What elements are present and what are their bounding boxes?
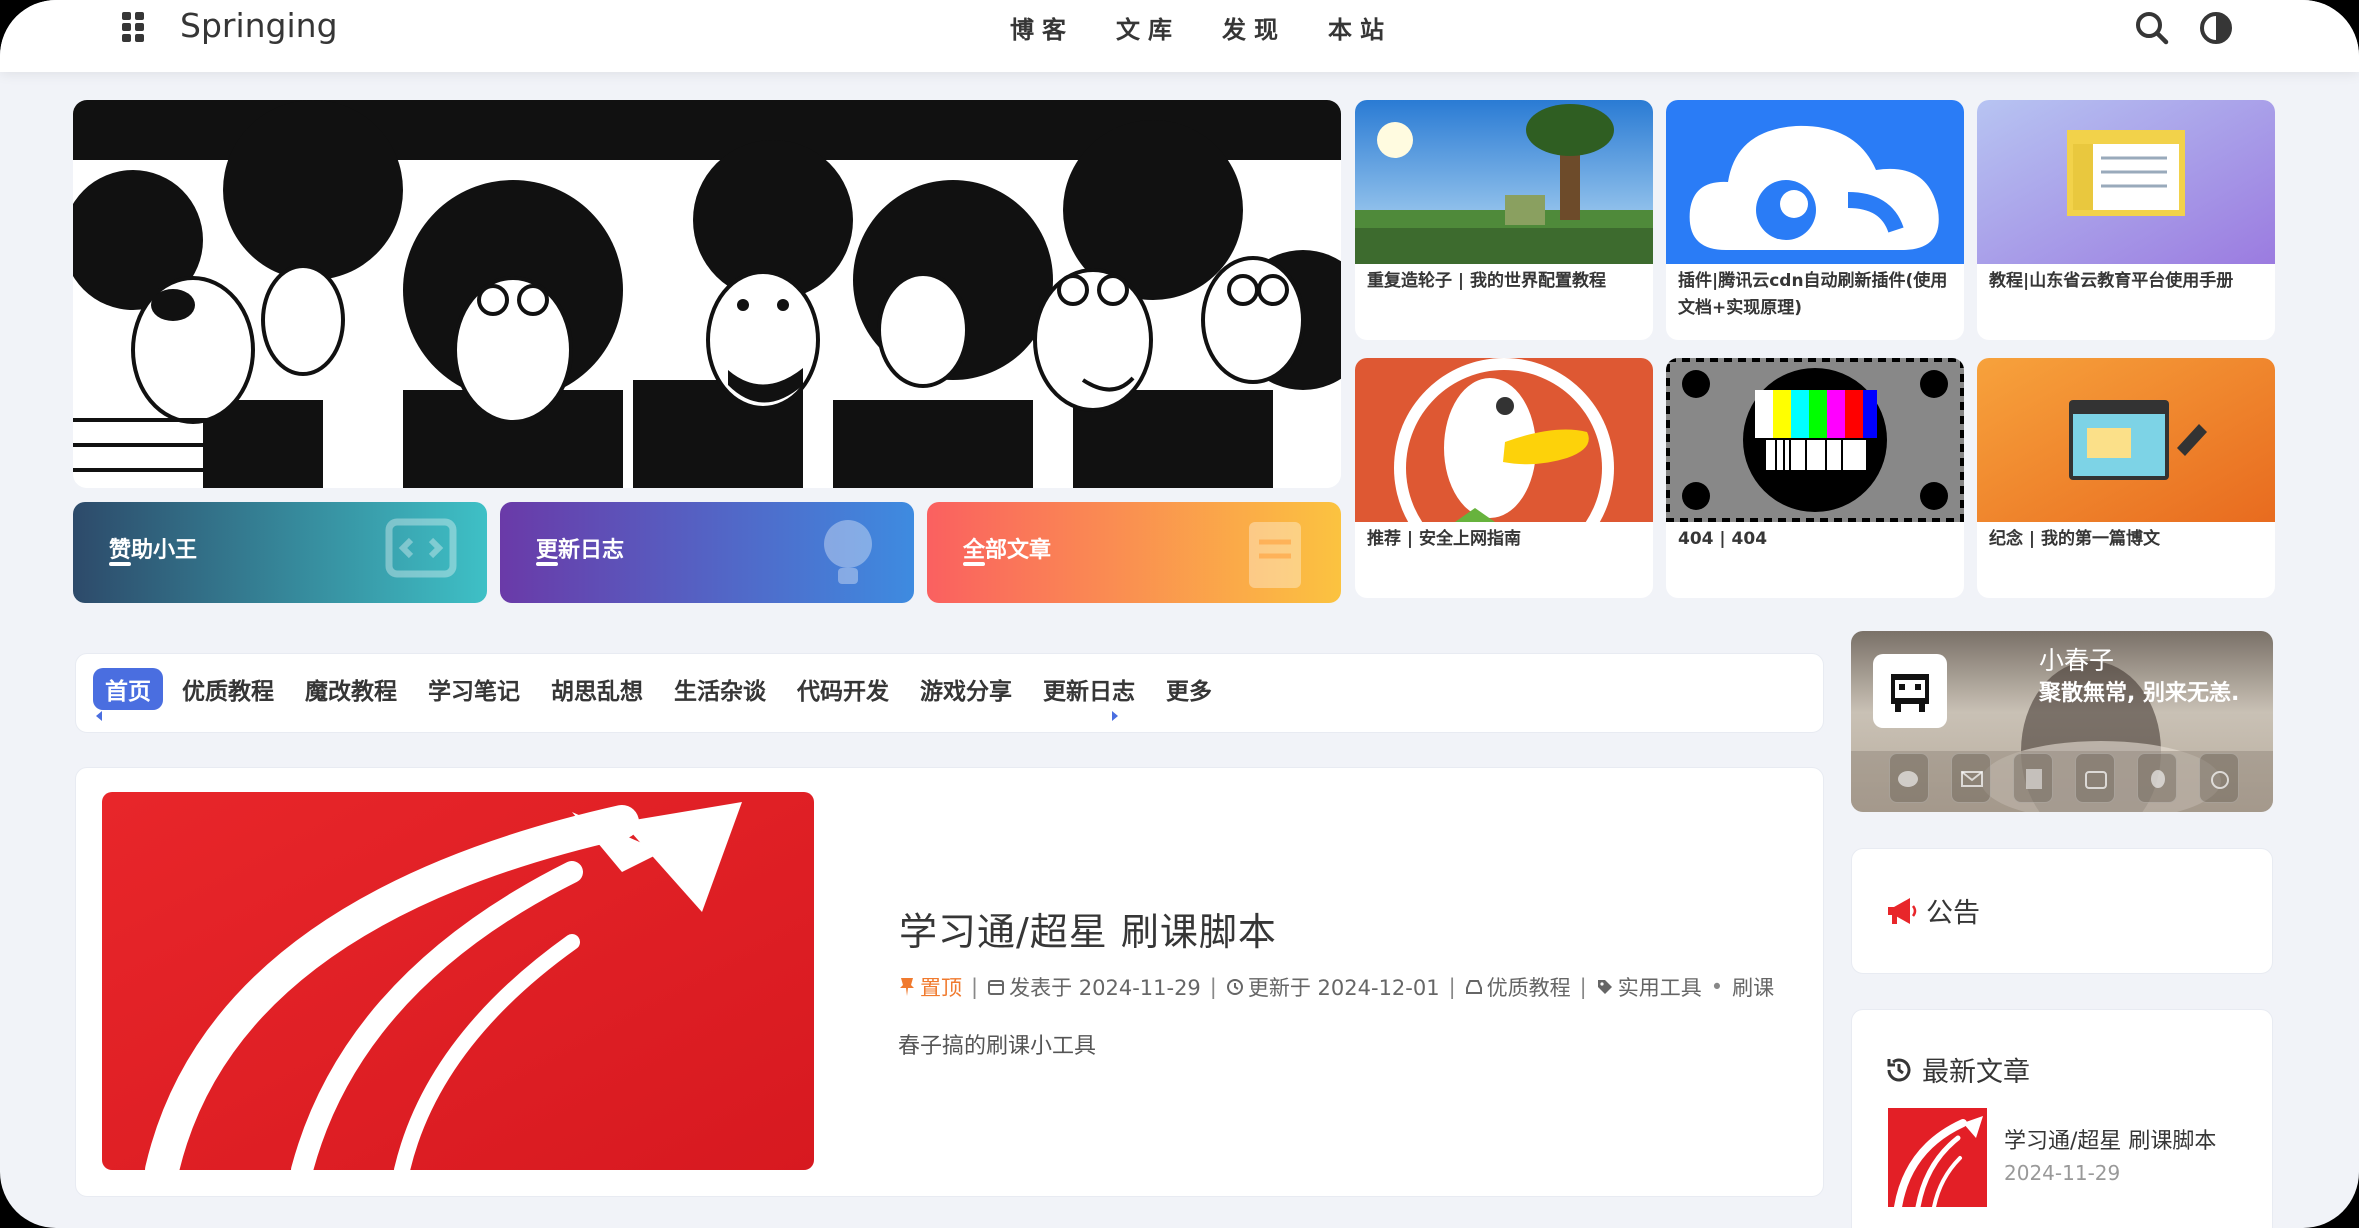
weibo-icon[interactable] [2199,753,2239,803]
scroll-right-icon[interactable] [1112,711,1118,721]
profile-motto: 聚散無常, 别来无恙. [2039,681,2240,706]
post-card: 学习通/超星 刷课脚本 置顶 | 发表于 2024-11-29 | 更新于 20… [75,767,1824,1197]
theme-toggle-icon[interactable] [2196,8,2236,48]
book-icon [1249,522,1301,588]
post-tag-tools[interactable]: 实用工具 [1618,972,1702,1002]
feature-card[interactable]: 纪念 | 我的第一篇博文 [1977,358,2275,598]
meta-separator: | [1209,975,1217,999]
pin-icon [900,978,914,996]
latest-post-thumbnail[interactable] [1888,1108,1987,1207]
card-thumbnail [1355,100,1653,264]
avatar[interactable] [1873,654,1947,728]
quick-link-all-posts[interactable]: 全部文章 [927,502,1341,603]
latest-post-date: 2024-11-29 [2004,1161,2121,1185]
card-title: 推荐 | 安全上网指南 [1367,529,1522,549]
megaphone-icon [1888,897,1917,924]
site-title[interactable]: Springing [180,6,338,45]
tab-random-thoughts[interactable]: 胡思乱想 [539,668,655,710]
tab-home[interactable]: 首页 [93,668,163,710]
meta-separator: | [1579,975,1587,999]
code-window-icon [385,518,457,578]
history-icon [1887,1058,1911,1081]
tab-changelog[interactable]: 更新日志 [1031,668,1147,710]
profile-card: 小春子 聚散無常, 别来无恙. [1851,631,2273,812]
top-navbar: Springing 博客 文库 发现 本站 [0,0,2359,72]
nav-link-blog[interactable]: 博客 [1010,10,1074,45]
latest-posts-card: 最新文章 学习通/超星 刷课脚本 2024-11-29 [1851,1009,2273,1228]
card-thumbnail [1355,358,1653,522]
post-tag-course[interactable]: 刷课 [1732,972,1774,1002]
card-thumbnail [1666,358,1964,522]
pinned-badge: 置顶 [920,976,962,1000]
notice-card: 公告 [1851,848,2273,974]
quick-link-label: 赞助小王 [109,538,198,563]
calendar-icon [988,980,1005,995]
latest-post-title[interactable]: 学习通/超星 刷课脚本 [2004,1123,2216,1155]
card-thumbnail [1977,100,2275,264]
search-icon[interactable] [2132,8,2172,48]
post-updated-date: 更新于 2024-12-01 [1247,976,1440,1000]
notice-heading-text: 公告 [1926,898,1980,929]
quick-link-changelog[interactable]: 更新日志 [500,502,914,603]
feature-card[interactable]: 推荐 | 安全上网指南 [1355,358,1653,598]
profile-name: 小春子 [2039,646,2115,675]
quick-link-sponsor[interactable]: 赞助小王 [73,502,487,603]
card-thumbnail [1977,358,2275,522]
post-category[interactable]: 优质教程 [1487,972,1571,1002]
tab-life[interactable]: 生活杂谈 [662,668,778,710]
qq-icon[interactable] [2137,753,2177,803]
nav-link-site[interactable]: 本站 [1328,10,1392,45]
history-icon [1226,979,1243,995]
doc-icon[interactable] [2013,753,2053,803]
quick-link-label: 全部文章 [963,538,1052,563]
meta-separator: | [971,975,979,999]
underline-bar [963,562,985,566]
hero-banner[interactable] [73,100,1341,488]
notice-heading: 公告 [1884,891,1980,930]
feature-card[interactable]: 插件|腾讯云cdn自动刷新插件(使用文档+实现原理) [1666,100,1964,340]
card-title: 教程|山东省云教育平台使用手册 [1989,271,2234,291]
meta-separator: | [1448,975,1456,999]
underline-bar [536,562,558,566]
post-published-date: 发表于 2024-11-29 [1009,976,1201,1000]
latest-heading-text: 最新文章 [1922,1057,2030,1088]
underline-bar [109,562,131,566]
page: Springing 博客 文库 发现 本站 赞助小王 更新日志 全部文章 重复造… [0,0,2359,1228]
card-title: 插件|腾讯云cdn自动刷新插件(使用文档+实现原理) [1678,271,1948,318]
tab-quality-tutorials[interactable]: 优质教程 [170,668,286,710]
feature-card[interactable]: 404 | 404 [1666,358,1964,598]
feature-card[interactable]: 教程|山东省云教育平台使用手册 [1977,100,2275,340]
card-title: 纪念 | 我的第一篇博文 [1989,529,2161,549]
nav-links: 博客 文库 发现 本站 [1010,10,1392,45]
card-title: 404 | 404 [1678,529,1768,549]
tag-icon [1597,980,1612,994]
inbox-icon [1465,980,1482,994]
category-bar: 首页 优质教程 魔改教程 学习笔记 胡思乱想 生活杂谈 代码开发 游戏分享 更新… [75,653,1824,733]
post-thumbnail[interactable] [102,792,814,1170]
quick-link-label: 更新日志 [536,538,625,563]
tab-mod-tutorials[interactable]: 魔改教程 [293,668,409,710]
tab-study-notes[interactable]: 学习笔记 [416,668,532,710]
lightbulb-icon [824,520,872,584]
tag-separator: • [1710,975,1724,999]
post-excerpt: 春子搞的刷课小工具 [898,1034,1097,1059]
latest-heading: 最新文章 [1884,1050,2030,1089]
nav-link-library[interactable]: 文库 [1116,10,1180,45]
mail-icon[interactable] [1951,753,1991,803]
card-thumbnail [1666,100,1964,264]
post-meta: 置顶 | 发表于 2024-11-29 | 更新于 2024-12-01 | 优… [898,972,1774,1002]
scroll-left-icon[interactable] [96,711,102,721]
bilibili-icon[interactable] [2075,753,2115,803]
nav-link-discover[interactable]: 发现 [1222,10,1286,45]
wechat-icon[interactable] [1889,753,1929,803]
category-tabs: 首页 优质教程 魔改教程 学习笔记 胡思乱想 生活杂谈 代码开发 游戏分享 更新… [93,668,1231,710]
post-title[interactable]: 学习通/超星 刷课脚本 [899,901,1277,956]
tab-more[interactable]: 更多 [1154,668,1224,710]
menu-icon[interactable] [122,12,148,42]
feature-card[interactable]: 重复造轮子 | 我的世界配置教程 [1355,100,1653,340]
card-title: 重复造轮子 | 我的世界配置教程 [1367,271,1607,291]
tab-game-share[interactable]: 游戏分享 [908,668,1024,710]
tab-code-dev[interactable]: 代码开发 [785,668,901,710]
